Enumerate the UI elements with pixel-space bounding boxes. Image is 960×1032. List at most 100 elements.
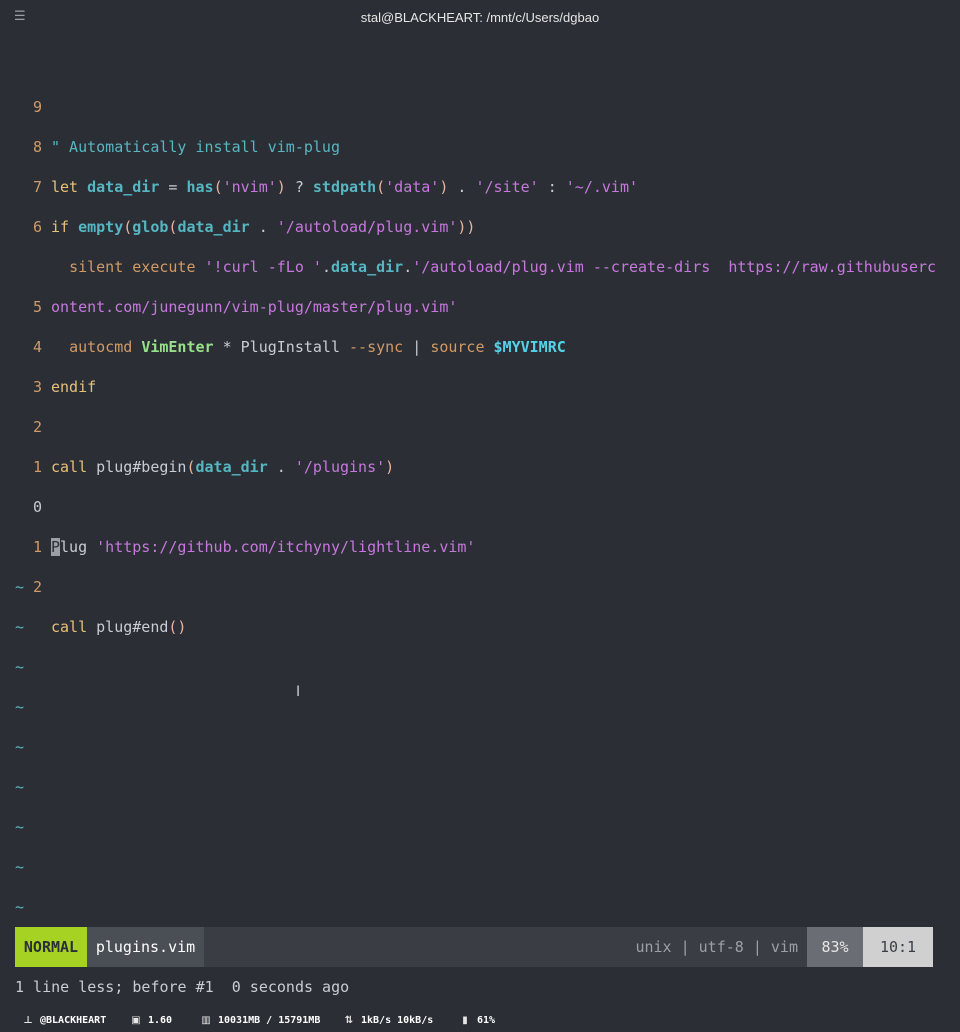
scroll-percent: 83% <box>807 927 863 967</box>
code-line-current: 0 Plug 'https://github.com/itchyny/light… <box>0 447 475 556</box>
variable: data_dir <box>195 458 268 476</box>
function: plug#begin <box>96 458 187 476</box>
tilde-marker: ~ <box>15 898 25 916</box>
tilde-marker: ~ <box>15 578 25 596</box>
string: '/site' <box>475 178 539 196</box>
tilde-marker: ~ <box>15 778 25 796</box>
memory-icon: ▥ <box>201 1015 211 1026</box>
keyword: call <box>51 618 97 636</box>
option: --sync <box>349 338 404 356</box>
operator: ? <box>285 178 313 196</box>
cpu-icon: ▣ <box>131 1015 141 1026</box>
cpu-item: ▣ 1.60 <box>130 1010 172 1032</box>
battery-item: ▮ 61% <box>459 1010 495 1032</box>
memory-usage: 10031MB / 15791MB <box>218 1015 321 1026</box>
operator: . <box>321 258 331 276</box>
string: 'nvim' <box>222 178 277 196</box>
code-line: 2 call plug#end() <box>0 527 186 636</box>
paren: ) <box>276 178 286 196</box>
string: '/plugins' <box>294 458 386 476</box>
keyword: let <box>51 178 88 196</box>
command-line[interactable]: 1 line less; before #1 0 seconds ago <box>15 967 349 1007</box>
env-variable: $MYVIMRC <box>493 338 566 356</box>
code-line: 6 silent execute '!curl -fLo '.data_dir.… <box>0 167 936 276</box>
filename: plugins.vim <box>87 927 204 967</box>
code-line: 9 " Automatically install vim-plug <box>0 47 340 156</box>
system-status-bar: ⊥ @BLACKHEART ▣ 1.60 ▥ 10031MB / 15791MB ⇅ 1… <box>0 1010 960 1032</box>
paren: ( <box>213 178 223 196</box>
code-line: 2 call plug#begin(data_dir . '/plugins') <box>0 367 394 476</box>
string: '/autoload/plug.vim' <box>276 218 458 236</box>
event-name: VimEnter <box>141 338 214 356</box>
variable: data_dir <box>330 258 404 276</box>
keyword: if <box>51 218 79 236</box>
code-line: 3 <box>0 327 42 396</box>
string: '~/.vim' <box>565 178 639 196</box>
network-icon: ⊥ <box>23 1015 33 1026</box>
function: plug#end <box>96 618 169 636</box>
paren: ( <box>186 458 196 476</box>
code-line: 1 <box>0 487 42 556</box>
memory-item: ▥ 10031MB / 15791MB <box>200 1010 320 1032</box>
operator: . <box>249 218 277 236</box>
comment: " Automatically install vim-plug <box>51 138 340 156</box>
cursor-position: 10:1 <box>863 927 933 967</box>
string: '!curl -fLo ' <box>204 258 322 276</box>
host-item: ⊥ @BLACKHEART <box>22 1010 106 1032</box>
text-cursor: P <box>51 538 61 556</box>
code-line: 1 <box>0 407 42 476</box>
keyword: autocmd <box>69 338 142 356</box>
code-line: 5 autocmd VimEnter * PlugInstall --sync … <box>0 247 566 356</box>
operator: . <box>403 258 413 276</box>
tilde-marker: ~ <box>15 618 25 636</box>
variable: data_dir <box>177 218 250 236</box>
string: ontent.com/junegunn/vim-plug/master/plug… <box>51 298 458 316</box>
ibeam-cursor-icon: I <box>296 684 301 700</box>
keyword: call <box>51 458 97 476</box>
title-bar: ☰ stal@BLACKHEART: /mnt/c/Users/dgbao <box>0 0 960 36</box>
function: has <box>186 178 214 196</box>
tilde-marker: ~ <box>15 858 25 876</box>
tilde-marker: ~ <box>15 738 25 756</box>
network-speed: 1kB/s 10kB/s <box>361 1015 434 1026</box>
keyword: source <box>430 338 494 356</box>
paren: )) <box>457 218 476 236</box>
function: empty <box>78 218 124 236</box>
keyword: endif <box>51 378 97 396</box>
variable: data_dir <box>87 178 160 196</box>
status-line: NORMAL plugins.vim unix | utf-8 | vim 83… <box>15 927 933 967</box>
tilde-marker: ~ <box>15 818 25 836</box>
string: 'https://github.com/itchyny/lightline.vi… <box>96 538 476 556</box>
paren: ) <box>385 458 395 476</box>
host-label: @BLACKHEART <box>40 1015 107 1026</box>
operator: . <box>267 458 295 476</box>
battery-level: 61% <box>477 1015 496 1026</box>
code-line: 4 endif <box>0 287 96 396</box>
paren: ( <box>123 218 133 236</box>
command-text: * PlugInstall <box>213 338 350 356</box>
paren: () <box>168 618 187 636</box>
mode-indicator: NORMAL <box>15 927 87 967</box>
function: glob <box>132 218 169 236</box>
string: 'data' <box>385 178 440 196</box>
operator: : <box>538 178 566 196</box>
function: stdpath <box>312 178 377 196</box>
string: '/autoload/plug.vim --create-dirs https:… <box>412 258 937 276</box>
battery-icon: ▮ <box>462 1015 468 1026</box>
operator: | <box>403 338 431 356</box>
updown-arrows-icon: ⇅ <box>344 1015 354 1026</box>
code-line: 8 let data_dir = has('nvim') ? stdpath('… <box>0 87 638 196</box>
code-line-wrapped: ontent.com/junegunn/vim-plug/master/plug… <box>0 207 457 316</box>
paren: ( <box>376 178 386 196</box>
operator: = <box>159 178 187 196</box>
operator: . <box>448 178 476 196</box>
cpu-load: 1.60 <box>148 1015 173 1026</box>
file-info: unix | utf-8 | vim <box>635 938 798 956</box>
network-item: ⇅ 1kB/s 10kB/s <box>343 1010 433 1032</box>
line-number: 2 <box>33 578 43 596</box>
window-title: stal@BLACKHEART: /mnt/c/Users/dgbao <box>360 10 600 25</box>
keyword: silent execute <box>69 258 205 276</box>
tilde-marker: ~ <box>15 698 25 716</box>
